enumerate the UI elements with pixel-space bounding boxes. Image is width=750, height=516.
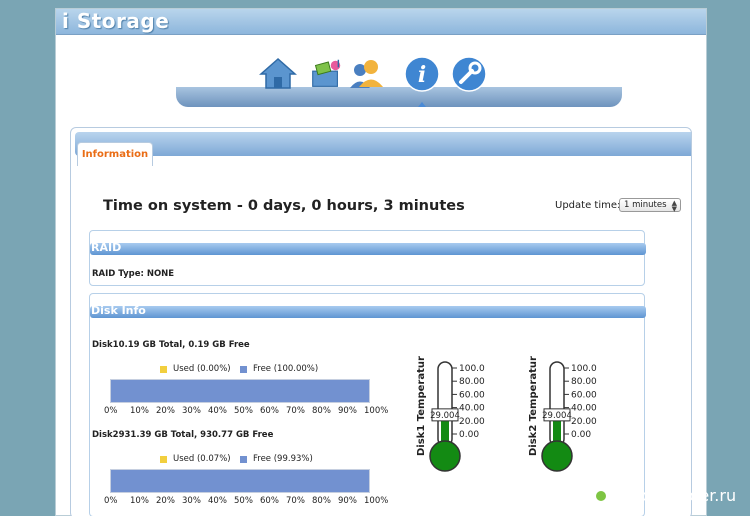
- axis-tick-label: 70%: [286, 496, 305, 506]
- axis-tick-label: 20%: [156, 406, 175, 416]
- home-icon[interactable]: [259, 55, 297, 93]
- axis-tick-label: 70%: [286, 406, 305, 416]
- system-uptime: Time on system - 0 days, 0 hours, 3 minu…: [103, 198, 465, 214]
- disk1-legend-free: Free (100.00%): [240, 364, 318, 374]
- disk2-free-label: Free (99.93%): [253, 454, 313, 464]
- axis-tick-label: 10%: [130, 496, 149, 506]
- active-nav-indicator: [418, 102, 426, 107]
- axis-tick-label: 80%: [312, 406, 331, 416]
- thermometer-scale-label: 20.00: [571, 417, 597, 427]
- axis-tick-label: 50%: [234, 496, 253, 506]
- disk2-temperature-gauge: Disk2 Temperature 100.0 80.00 60.00 40.00 20.…: [528, 356, 597, 472]
- disk-info-section: Disk Info Disk10.19 GB Total, 0.19 GB Fr…: [89, 293, 646, 516]
- svg-text:i: i: [418, 62, 426, 88]
- axis-tick-label: 90%: [338, 496, 357, 506]
- used-swatch: [160, 455, 167, 463]
- axis-tick-label: 0%: [104, 406, 118, 416]
- thermometer-scale-label: 20.00: [459, 417, 485, 427]
- thermometer-label: Disk2 Temperature: [528, 356, 539, 456]
- thermometer-scale-label: 40.00: [571, 404, 597, 414]
- disk2-title: Disk2931.39 GB Total, 930.77 GB Free: [92, 430, 274, 440]
- thermometer-scale-label: 0.00: [459, 430, 479, 440]
- axis-tick-label: 100%: [364, 496, 389, 506]
- users-icon[interactable]: [347, 55, 385, 93]
- thermometer-scale-label: 100.0: [571, 364, 597, 374]
- tab-bar: [75, 132, 691, 156]
- disk2-usage-bar: [110, 469, 370, 493]
- axis-tick-label: 10%: [130, 406, 149, 416]
- select-arrows-icon: ▲ ▼: [671, 199, 677, 213]
- settings-icon[interactable]: [450, 55, 488, 93]
- disk-info-header-bar: [90, 306, 646, 318]
- disk2-used-label: Used (0.07%): [173, 454, 231, 464]
- axis-tick-label: 0%: [104, 496, 118, 506]
- app-title: i Storage: [62, 9, 170, 33]
- disk1-free-fill: [111, 380, 369, 402]
- update-time-select[interactable]: 1 minutes ▲ ▼: [619, 198, 681, 213]
- free-swatch: [240, 365, 247, 373]
- axis-tick-label: 90%: [338, 406, 357, 416]
- thermometer-scale-label: 60.00: [459, 390, 485, 400]
- disk1-temperature-gauge: Disk1 Temperature 100.0 80.00 60.00 40.00 20.…: [416, 356, 485, 472]
- thermometer-value: 29.004: [542, 411, 572, 421]
- axis-tick-label: 60%: [260, 496, 279, 506]
- disk1-legend-used: Used (0.00%): [160, 364, 231, 374]
- media-icon[interactable]: [307, 55, 345, 93]
- watermark: AppleInsider.ru: [592, 486, 736, 505]
- raid-section: RAID RAID Type: NONE: [89, 230, 646, 286]
- axis-tick-label: 80%: [312, 496, 331, 506]
- thermometer-scale-label: 100.0: [459, 364, 485, 374]
- axis-tick-label: 30%: [182, 406, 201, 416]
- thermometer-bulb: [541, 440, 573, 472]
- thermometer-scale-label: 60.00: [571, 390, 597, 400]
- thermometer-value: 29.004: [430, 411, 460, 421]
- disk1-usage-bar: [110, 379, 370, 403]
- app-window: i Storage i Information Time on system -…: [55, 8, 707, 516]
- tab-information[interactable]: Information: [77, 142, 153, 166]
- thermometer-scale-label: 80.00: [571, 377, 597, 387]
- axis-tick-label: 40%: [208, 406, 227, 416]
- used-swatch: [160, 365, 167, 373]
- thermometer-scale-label: 0.00: [571, 430, 591, 440]
- axis-tick-label: 60%: [260, 406, 279, 416]
- axis-tick-label: 20%: [156, 496, 175, 506]
- nav-shelf: [176, 87, 622, 107]
- update-time-label: Update time:: [555, 200, 621, 211]
- free-swatch: [240, 455, 247, 463]
- thermometer-scale-label: 40.00: [459, 404, 485, 414]
- axis-tick-label: 40%: [208, 496, 227, 506]
- disk1-title: Disk10.19 GB Total, 0.19 GB Free: [92, 340, 250, 350]
- watermark-text: AppleInsider.ru: [616, 486, 737, 505]
- thermometer-bulb: [429, 440, 461, 472]
- disk1-used-label: Used (0.00%): [173, 364, 231, 374]
- axis-tick-label: 100%: [364, 406, 389, 416]
- disk2-legend-used: Used (0.07%): [160, 454, 231, 464]
- axis-tick-label: 30%: [182, 496, 201, 506]
- disk2-legend-free: Free (99.93%): [240, 454, 313, 464]
- update-time-value: 1 minutes: [624, 200, 667, 210]
- disk1-free-label: Free (100.00%): [253, 364, 319, 374]
- disk-info-title: Disk Info: [91, 304, 146, 317]
- information-panel: Information Time on system - 0 days, 0 h…: [70, 127, 692, 516]
- disk2-free-fill: [111, 470, 369, 492]
- thermometer-label: Disk1 Temperature: [416, 356, 427, 456]
- axis-tick-label: 50%: [234, 406, 253, 416]
- appleinsider-logo-icon: [592, 486, 610, 505]
- raid-type: RAID Type: NONE: [92, 269, 175, 279]
- info-icon[interactable]: i: [403, 55, 441, 93]
- raid-title: RAID: [91, 241, 122, 254]
- raid-header-bar: [90, 243, 646, 255]
- thermometer-scale-label: 80.00: [459, 377, 485, 387]
